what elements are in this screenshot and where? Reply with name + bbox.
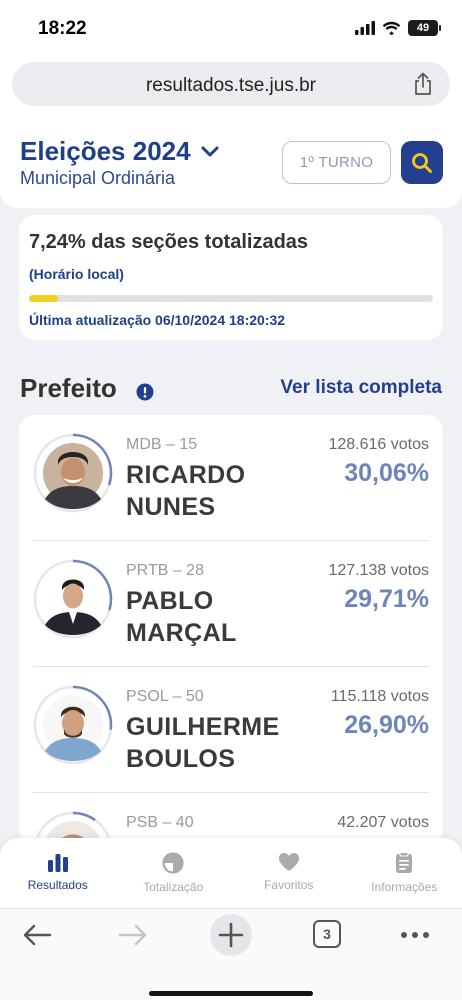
search-icon	[412, 152, 432, 173]
candidate-votes: 115.118 votos	[330, 688, 429, 705]
browser-toolbar: 3	[0, 908, 462, 1000]
more-menu-icon[interactable]	[400, 931, 430, 939]
election-title: Eleições 2024	[20, 136, 191, 166]
turno-button[interactable]: 1º TURNO	[282, 141, 391, 184]
bottom-navigation: Resultados Totalização Favoritos Informa…	[0, 838, 462, 908]
candidate-party: PSOL – 50	[126, 688, 204, 705]
nav-label: Resultados	[27, 878, 88, 892]
candidate-percent: 29,71%	[344, 585, 429, 613]
candidate-name: GUILHERME BOULOS	[126, 711, 280, 775]
candidate-votes: 127.138 votos	[328, 562, 429, 579]
candidate-party: PRTB – 28	[126, 562, 204, 579]
candidate-percent: 30,06%	[344, 459, 429, 487]
candidate-name-line1: GUILHERME	[126, 713, 280, 741]
nav-label: Informações	[371, 880, 438, 894]
nav-label: Favoritos	[264, 878, 314, 892]
battery-icon: 49	[408, 20, 441, 36]
forward-arrow-icon[interactable]	[118, 923, 148, 947]
local-time-label: (Horário local)	[29, 266, 124, 282]
candidate-name-line1: RICARDO	[126, 461, 246, 489]
last-update: Última atualização 06/10/2024 18:20:32	[29, 312, 286, 328]
candidate-votes: 128.616 votos	[328, 436, 429, 453]
status-icons: 49	[355, 20, 441, 36]
url-text: resultados.tse.jus.br	[145, 75, 317, 96]
status-time: 18:22	[38, 18, 87, 39]
nav-resultados[interactable]: Resultados	[0, 838, 116, 908]
candidate-row[interactable]: PSOL – 50 GUILHERME BOULOS 115.118 votos…	[19, 667, 443, 793]
election-selector[interactable]: Eleições 2024	[20, 136, 219, 167]
candidate-percent: 26,90%	[344, 711, 429, 739]
candidate-party: MDB – 15	[126, 436, 198, 453]
wifi-icon	[382, 21, 401, 35]
document-icon	[396, 852, 413, 873]
info-icon[interactable]	[136, 383, 154, 401]
url-bar[interactable]: resultados.tse.jus.br	[12, 62, 450, 106]
progress-bar-fill	[29, 295, 59, 302]
candidate-photo	[33, 685, 113, 765]
avatar	[33, 685, 113, 765]
totalization-card: 7,24% das seções totalizadas (Horário lo…	[19, 215, 443, 340]
heart-icon	[278, 853, 299, 871]
progress-bar	[29, 295, 433, 302]
candidate-photo	[33, 433, 113, 513]
candidate-name-line2: NUNES	[126, 493, 216, 521]
candidate-name-line2: MARÇAL	[126, 619, 237, 647]
pie-icon	[162, 852, 184, 874]
candidate-name-line1: PABLO	[126, 587, 214, 615]
avatar	[33, 433, 113, 513]
candidate-name-line2: BOULOS	[126, 745, 236, 773]
browser-url-area: resultados.tse.jus.br	[0, 56, 462, 116]
home-indicator	[149, 991, 313, 996]
totalization-percent: 7,24% das seções totalizadas	[29, 231, 309, 253]
signal-icon	[355, 21, 375, 35]
chevron-down-icon	[201, 146, 219, 156]
bar-chart-icon	[47, 854, 68, 872]
candidate-party: PSB – 40	[126, 814, 194, 831]
candidates-list: MDB – 15 RICARDO NUNES 128.616 votos 30,…	[19, 415, 443, 845]
back-arrow-icon[interactable]	[22, 923, 52, 947]
candidate-votes: 42.207 votos	[337, 814, 429, 831]
section-title: Prefeito	[20, 373, 117, 403]
see-full-list-link[interactable]: Ver lista completa	[280, 377, 442, 399]
election-header: Eleições 2024 Municipal Ordinária 1º TUR…	[0, 116, 462, 208]
nav-label: Totalização	[143, 880, 204, 894]
share-icon[interactable]	[412, 72, 434, 96]
election-subtitle: Municipal Ordinária	[20, 168, 176, 188]
nav-totalizacao[interactable]: Totalização	[116, 838, 232, 908]
status-bar: 18:22 49	[0, 0, 462, 56]
candidate-row[interactable]: MDB – 15 RICARDO NUNES 128.616 votos 30,…	[19, 415, 443, 541]
candidate-name: RICARDO NUNES	[126, 459, 245, 523]
search-button[interactable]	[401, 141, 443, 184]
candidate-photo	[33, 559, 113, 639]
candidate-row[interactable]: PRTB – 28 PABLO MARÇAL 127.138 votos 29,…	[19, 541, 443, 667]
nav-favoritos[interactable]: Favoritos	[231, 838, 347, 908]
tabs-count-button[interactable]: 3	[313, 920, 341, 948]
new-tab-plus-icon[interactable]	[209, 913, 253, 957]
avatar	[33, 559, 113, 639]
nav-informacoes[interactable]: Informações	[347, 838, 462, 908]
candidate-name: PABLO MARÇAL	[126, 585, 237, 649]
